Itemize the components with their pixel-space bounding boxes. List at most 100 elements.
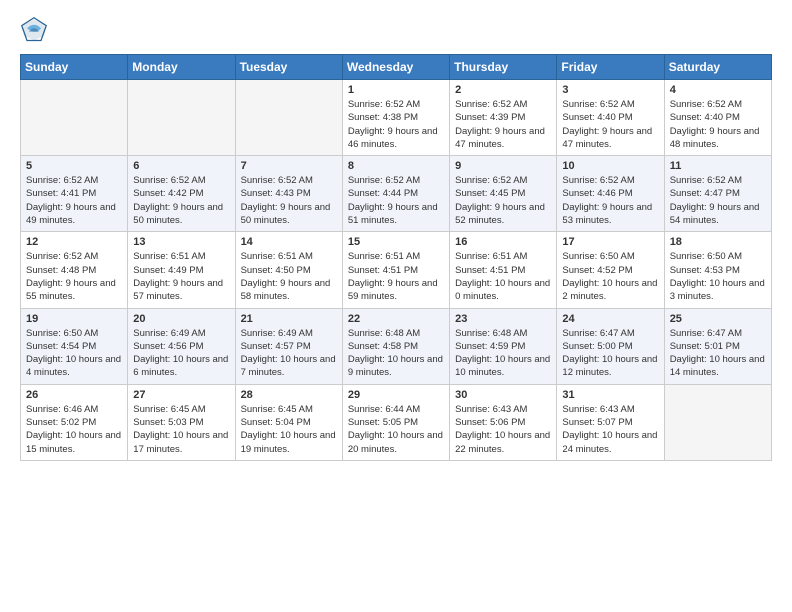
page: SundayMondayTuesdayWednesdayThursdayFrid… (0, 0, 792, 612)
weekday-header-saturday: Saturday (664, 55, 771, 80)
day-info: Sunrise: 6:52 AM Sunset: 4:44 PM Dayligh… (348, 174, 444, 227)
calendar-cell: 6 Sunrise: 6:52 AM Sunset: 4:42 PM Daylig… (128, 156, 235, 232)
day-number: 3 (562, 84, 658, 96)
day-info: Sunrise: 6:52 AM Sunset: 4:40 PM Dayligh… (562, 98, 658, 151)
week-row-2: 5Sunrise: 6:52 AM Sunset: 4:41 PM Daylig… (21, 156, 772, 232)
calendar-cell: 12Sunrise: 6:52 AM Sunset: 4:48 PM Dayli… (21, 232, 128, 308)
calendar-cell: 17 Sunrise: 6:50 AM Sunset: 4:52 PM Dayli… (557, 232, 664, 308)
calendar-cell: 1 Sunrise: 6:52 AM Sunset: 4:38 PM Daylig… (342, 80, 449, 156)
calendar-cell: 9 Sunrise: 6:52 AM Sunset: 4:45 PM Daylig… (450, 156, 557, 232)
day-number: 9 (455, 160, 551, 172)
weekday-header-row: SundayMondayTuesdayWednesdayThursdayFrid… (21, 55, 772, 80)
week-row-1: 1 Sunrise: 6:52 AM Sunset: 4:38 PM Daylig… (21, 80, 772, 156)
calendar-cell: 15 Sunrise: 6:51 AM Sunset: 4:51 PM Dayli… (342, 232, 449, 308)
day-info: Sunrise: 6:43 AM Sunset: 5:06 PM Dayligh… (455, 403, 551, 456)
day-number: 18 (670, 236, 766, 248)
calendar-cell: 26Sunrise: 6:46 AM Sunset: 5:02 PM Dayli… (21, 384, 128, 460)
day-number: 27 (133, 389, 229, 401)
day-info: Sunrise: 6:51 AM Sunset: 4:51 PM Dayligh… (455, 250, 551, 303)
calendar-cell: 21 Sunrise: 6:49 AM Sunset: 4:57 PM Dayli… (235, 308, 342, 384)
day-number: 10 (562, 160, 658, 172)
calendar-cell: 24 Sunrise: 6:47 AM Sunset: 5:00 PM Dayli… (557, 308, 664, 384)
day-number: 16 (455, 236, 551, 248)
day-number: 22 (348, 313, 444, 325)
day-number: 6 (133, 160, 229, 172)
day-number: 13 (133, 236, 229, 248)
day-info: Sunrise: 6:52 AM Sunset: 4:46 PM Dayligh… (562, 174, 658, 227)
calendar-cell: 11Sunrise: 6:52 AM Sunset: 4:47 PM Dayli… (664, 156, 771, 232)
day-info: Sunrise: 6:52 AM Sunset: 4:43 PM Dayligh… (241, 174, 337, 227)
calendar-cell: 10 Sunrise: 6:52 AM Sunset: 4:46 PM Dayli… (557, 156, 664, 232)
calendar-cell: 30Sunrise: 6:43 AM Sunset: 5:06 PM Dayli… (450, 384, 557, 460)
day-info: Sunrise: 6:51 AM Sunset: 4:50 PM Dayligh… (241, 250, 337, 303)
calendar-cell: 25 Sunrise: 6:47 AM Sunset: 5:01 PM Dayli… (664, 308, 771, 384)
day-number: 7 (241, 160, 337, 172)
day-number: 2 (455, 84, 551, 96)
calendar-cell: 18 Sunrise: 6:50 AM Sunset: 4:53 PM Dayli… (664, 232, 771, 308)
day-info: Sunrise: 6:52 AM Sunset: 4:40 PM Dayligh… (670, 98, 766, 151)
day-number: 29 (348, 389, 444, 401)
day-info: Sunrise: 6:43 AM Sunset: 5:07 PM Dayligh… (562, 403, 658, 456)
day-number: 31 (562, 389, 658, 401)
day-info: Sunrise: 6:50 AM Sunset: 4:52 PM Dayligh… (562, 250, 658, 303)
calendar-cell: 8 Sunrise: 6:52 AM Sunset: 4:44 PM Daylig… (342, 156, 449, 232)
calendar-cell: 22 Sunrise: 6:48 AM Sunset: 4:58 PM Dayli… (342, 308, 449, 384)
day-info: Sunrise: 6:51 AM Sunset: 4:51 PM Dayligh… (348, 250, 444, 303)
day-info: Sunrise: 6:45 AM Sunset: 5:04 PM Dayligh… (241, 403, 337, 456)
day-info: Sunrise: 6:47 AM Sunset: 5:01 PM Dayligh… (670, 327, 766, 380)
day-info: Sunrise: 6:52 AM Sunset: 4:38 PM Dayligh… (348, 98, 444, 151)
day-info: Sunrise: 6:52 AM Sunset: 4:41 PM Dayligh… (26, 174, 122, 227)
calendar-cell: 28Sunrise: 6:45 AM Sunset: 5:04 PM Dayli… (235, 384, 342, 460)
calendar-cell: 20 Sunrise: 6:49 AM Sunset: 4:56 PM Dayli… (128, 308, 235, 384)
weekday-header-tuesday: Tuesday (235, 55, 342, 80)
day-info: Sunrise: 6:45 AM Sunset: 5:03 PM Dayligh… (133, 403, 229, 456)
calendar-cell (664, 384, 771, 460)
calendar-cell: 23Sunrise: 6:48 AM Sunset: 4:59 PM Dayli… (450, 308, 557, 384)
day-info: Sunrise: 6:47 AM Sunset: 5:00 PM Dayligh… (562, 327, 658, 380)
day-number: 8 (348, 160, 444, 172)
weekday-header-sunday: Sunday (21, 55, 128, 80)
calendar-cell: 14 Sunrise: 6:51 AM Sunset: 4:50 PM Dayli… (235, 232, 342, 308)
day-info: Sunrise: 6:51 AM Sunset: 4:49 PM Dayligh… (133, 250, 229, 303)
calendar-cell: 16 Sunrise: 6:51 AM Sunset: 4:51 PM Dayli… (450, 232, 557, 308)
day-number: 1 (348, 84, 444, 96)
calendar-cell: 4Sunrise: 6:52 AM Sunset: 4:40 PM Daylig… (664, 80, 771, 156)
calendar-cell: 27 Sunrise: 6:45 AM Sunset: 5:03 PM Dayli… (128, 384, 235, 460)
calendar-cell: 3 Sunrise: 6:52 AM Sunset: 4:40 PM Daylig… (557, 80, 664, 156)
logo (20, 16, 52, 44)
logo-icon (20, 16, 48, 44)
day-number: 25 (670, 313, 766, 325)
week-row-5: 26Sunrise: 6:46 AM Sunset: 5:02 PM Dayli… (21, 384, 772, 460)
calendar-cell: 31 Sunrise: 6:43 AM Sunset: 5:07 PM Dayli… (557, 384, 664, 460)
weekday-header-friday: Friday (557, 55, 664, 80)
day-number: 15 (348, 236, 444, 248)
day-info: Sunrise: 6:52 AM Sunset: 4:39 PM Dayligh… (455, 98, 551, 151)
day-info: Sunrise: 6:48 AM Sunset: 4:58 PM Dayligh… (348, 327, 444, 380)
week-row-3: 12Sunrise: 6:52 AM Sunset: 4:48 PM Dayli… (21, 232, 772, 308)
day-number: 21 (241, 313, 337, 325)
calendar-cell: 29Sunrise: 6:44 AM Sunset: 5:05 PM Dayli… (342, 384, 449, 460)
day-number: 17 (562, 236, 658, 248)
day-number: 19 (26, 313, 122, 325)
day-info: Sunrise: 6:46 AM Sunset: 5:02 PM Dayligh… (26, 403, 122, 456)
weekday-header-wednesday: Wednesday (342, 55, 449, 80)
day-info: Sunrise: 6:49 AM Sunset: 4:57 PM Dayligh… (241, 327, 337, 380)
day-number: 20 (133, 313, 229, 325)
day-info: Sunrise: 6:48 AM Sunset: 4:59 PM Dayligh… (455, 327, 551, 380)
calendar-cell (235, 80, 342, 156)
day-info: Sunrise: 6:52 AM Sunset: 4:45 PM Dayligh… (455, 174, 551, 227)
day-number: 24 (562, 313, 658, 325)
calendar-cell (128, 80, 235, 156)
day-info: Sunrise: 6:52 AM Sunset: 4:42 PM Dayligh… (133, 174, 229, 227)
day-info: Sunrise: 6:52 AM Sunset: 4:48 PM Dayligh… (26, 250, 122, 303)
weekday-header-monday: Monday (128, 55, 235, 80)
calendar-cell: 13 Sunrise: 6:51 AM Sunset: 4:49 PM Dayli… (128, 232, 235, 308)
day-info: Sunrise: 6:49 AM Sunset: 4:56 PM Dayligh… (133, 327, 229, 380)
day-info: Sunrise: 6:52 AM Sunset: 4:47 PM Dayligh… (670, 174, 766, 227)
header (20, 16, 772, 44)
day-info: Sunrise: 6:50 AM Sunset: 4:53 PM Dayligh… (670, 250, 766, 303)
day-number: 14 (241, 236, 337, 248)
calendar-cell: 2 Sunrise: 6:52 AM Sunset: 4:39 PM Daylig… (450, 80, 557, 156)
calendar-cell: 5Sunrise: 6:52 AM Sunset: 4:41 PM Daylig… (21, 156, 128, 232)
day-info: Sunrise: 6:50 AM Sunset: 4:54 PM Dayligh… (26, 327, 122, 380)
